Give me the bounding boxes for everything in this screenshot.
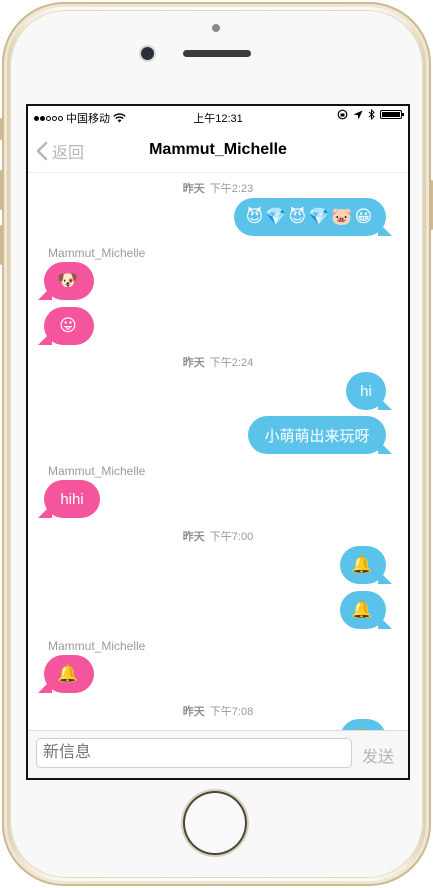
rotation-lock-icon — [337, 109, 348, 120]
bell-emoji: 🔔 — [351, 555, 375, 575]
send-button[interactable]: 发送 — [362, 743, 394, 767]
proximity-sensor — [212, 24, 220, 32]
battery-icon — [380, 110, 404, 119]
timestamp: 昨天 下午2:23 — [182, 183, 254, 195]
sender-name: Mammut_Michelle — [48, 639, 146, 653]
incoming-message[interactable]: 😛 — [44, 307, 94, 345]
mute-switch — [0, 118, 3, 140]
earpiece-speaker — [183, 50, 251, 57]
outgoing-message[interactable]: 小萌萌出来玩呀 — [248, 416, 386, 454]
bluetooth-icon — [368, 109, 375, 120]
volume-down-button — [0, 225, 3, 265]
timestamp: 昨天 下午7:08 — [182, 706, 254, 718]
message-text: hihi — [60, 490, 84, 508]
timestamp: 昨天 下午7:00 — [182, 531, 254, 543]
bell-emoji: 🔔 — [351, 600, 375, 620]
emoji-text: 🐶 — [57, 271, 81, 291]
outgoing-message[interactable]: 😈💎😈💎🐷😀 — [234, 198, 386, 236]
outgoing-message[interactable]: 🔔 — [340, 546, 386, 584]
message-text: hi — [360, 382, 372, 400]
screen: 中国移动 上午12:31 返回 Mammut_Michelle 昨天 下午2:2… — [26, 104, 410, 780]
outgoing-message[interactable]: 🔔 — [340, 591, 386, 629]
navigation-bar: 返回 Mammut_Michelle — [28, 128, 408, 173]
conversation-title: Mammut_Michelle — [149, 141, 287, 158]
outgoing-message[interactable]: hi — [346, 372, 386, 410]
bell-emoji: 🔔 — [57, 664, 81, 684]
emoji-text: 😈💎😈💎🐷😀 — [245, 207, 375, 227]
volume-up-button — [0, 170, 3, 210]
location-arrow-icon — [353, 110, 363, 119]
status-bar: 中国移动 上午12:31 — [28, 106, 408, 126]
emoji-text: 😛 — [59, 316, 79, 336]
message-input[interactable] — [36, 738, 352, 768]
front-camera — [141, 47, 154, 60]
incoming-message[interactable]: 🔔 — [44, 655, 94, 693]
status-right — [337, 109, 404, 120]
incoming-message[interactable]: hihi — [44, 480, 100, 518]
message-list[interactable]: 昨天 下午2:23 😈💎😈💎🐷😀 Mammut_Michelle 🐶 😛 昨天 下午… — [28, 173, 408, 730]
incoming-message[interactable]: 🐶 — [44, 262, 94, 300]
sender-name: Mammut_Michelle — [48, 246, 146, 260]
composer-bar: 发送 — [28, 730, 408, 778]
home-button[interactable] — [183, 791, 247, 855]
sender-name: Mammut_Michelle — [48, 464, 146, 478]
outgoing-message[interactable]: 🔔 — [340, 719, 386, 730]
message-text: 小萌萌出来玩呀 — [264, 427, 370, 445]
timestamp: 昨天 下午2:24 — [182, 357, 254, 369]
